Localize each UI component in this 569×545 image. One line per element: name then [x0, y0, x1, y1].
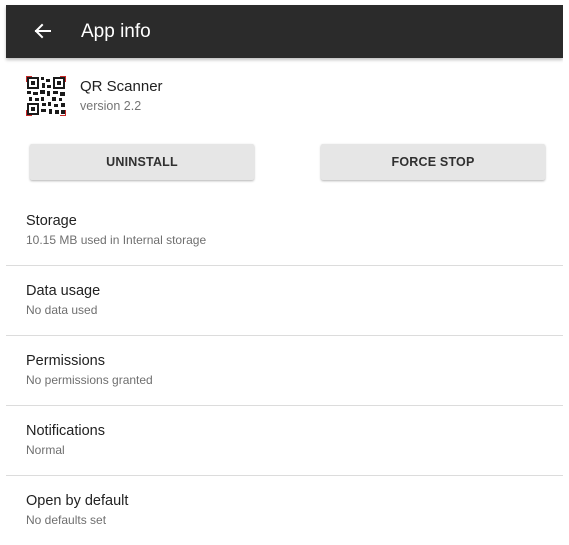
item-subtitle: Normal: [26, 443, 65, 457]
app-name: QR Scanner: [80, 78, 163, 95]
app-bar: App info: [6, 5, 563, 58]
settings-item-permissions[interactable]: Permissions No permissions granted: [6, 336, 563, 406]
item-subtitle: No defaults set: [26, 513, 107, 527]
page-title: App info: [81, 21, 151, 42]
item-title: Permissions: [26, 353, 105, 369]
item-subtitle: No data used: [26, 303, 98, 317]
app-version: version 2.2: [80, 99, 142, 113]
settings-item-open-by-default[interactable]: Open by default No defaults set: [6, 476, 563, 545]
qr-code-icon: [26, 76, 66, 116]
item-subtitle: 10.15 MB used in Internal storage: [26, 233, 207, 247]
item-title: Storage: [26, 213, 77, 229]
item-title: Data usage: [26, 283, 101, 299]
arrow-back-icon: [34, 23, 51, 39]
settings-item-data-usage[interactable]: Data usage No data used: [6, 266, 563, 336]
app-header: QR Scanner version 2.2: [6, 58, 563, 138]
screen-edge: [563, 0, 569, 537]
app-info-screen: App info QR Scanner version 2.2 UNINSTAL…: [0, 0, 569, 537]
back-button[interactable]: [28, 17, 56, 45]
item-title: Notifications: [26, 423, 105, 439]
force-stop-button[interactable]: FORCE STOP: [321, 144, 545, 180]
item-title: Open by default: [26, 493, 129, 509]
uninstall-button[interactable]: UNINSTALL: [30, 144, 254, 180]
item-subtitle: No permissions granted: [26, 373, 153, 387]
settings-list: Storage 10.15 MB used in Internal storag…: [6, 196, 563, 545]
settings-item-notifications[interactable]: Notifications Normal: [6, 406, 563, 476]
settings-item-storage[interactable]: Storage 10.15 MB used in Internal storag…: [6, 196, 563, 266]
